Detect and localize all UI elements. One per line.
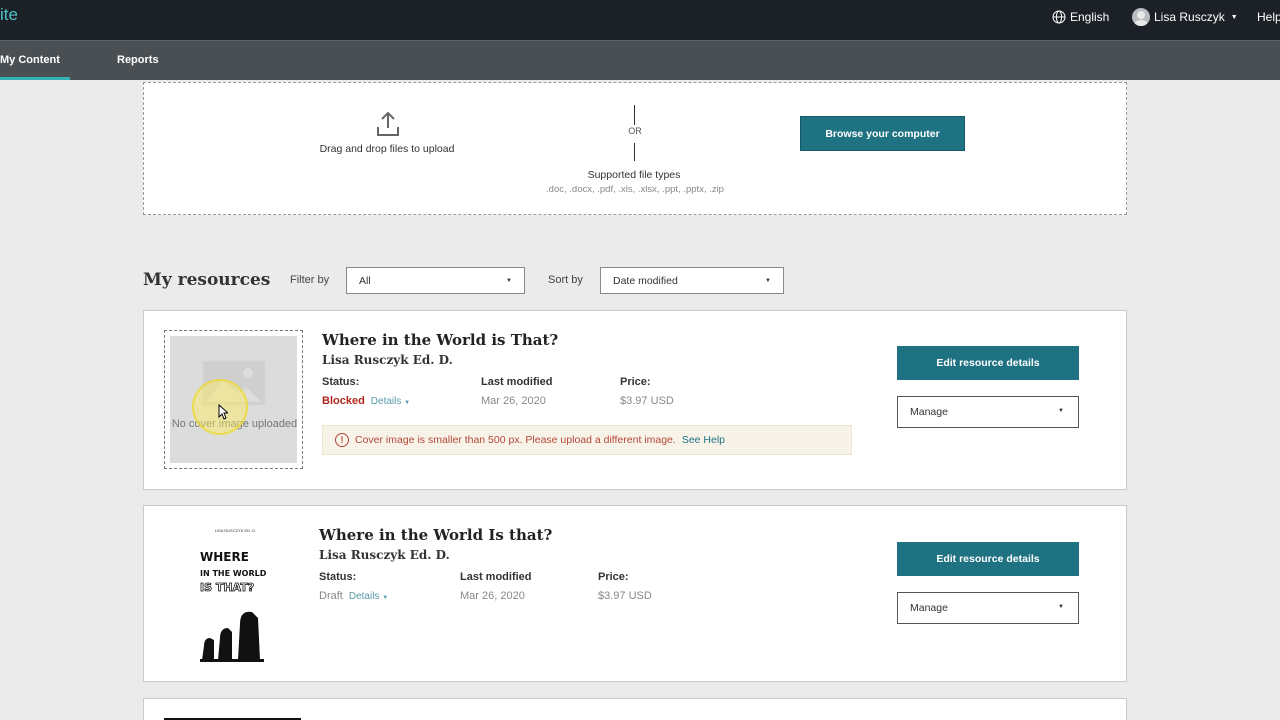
last-modified-value: Mar 26, 2020: [460, 590, 525, 602]
sort-value: Date modified: [613, 274, 678, 287]
filter-value: All: [359, 274, 371, 287]
resource-author: Lisa Rusczyk Ed. D.: [319, 548, 450, 562]
edit-resource-button[interactable]: Edit resource details: [897, 346, 1079, 380]
warning-text: Cover image is smaller than 500 px. Plea…: [355, 434, 676, 446]
resource-title[interactable]: Where in the World is That?: [322, 331, 558, 349]
moai-statues-illustration: [200, 611, 264, 662]
status-value: Draft Details ▼: [319, 590, 388, 602]
manage-select[interactable]: Manage ▼: [897, 592, 1079, 624]
caret-down-icon: ▼: [506, 278, 512, 284]
language-label: English: [1070, 10, 1110, 24]
resource-card: [143, 698, 1127, 720]
resource-card: No cover image uploaded Where in the Wor…: [143, 310, 1127, 490]
caret-down-icon: ▼: [765, 278, 771, 284]
details-link[interactable]: Details ▼: [349, 591, 388, 602]
upload-dropzone[interactable]: Drag and drop files to upload OR Support…: [143, 82, 1127, 215]
manage-label: Manage: [910, 602, 948, 614]
price-value: $3.97 USD: [598, 590, 652, 602]
resource-title[interactable]: Where in the World Is that?: [319, 526, 552, 544]
last-modified-label: Last modified: [481, 376, 553, 388]
tab-my-content[interactable]: My Content: [0, 54, 60, 66]
manage-select[interactable]: Manage ▼: [897, 396, 1079, 428]
page-title: My resources: [143, 270, 271, 290]
brand-logo[interactable]: ite: [0, 5, 18, 25]
upload-icon: [377, 111, 399, 136]
browse-computer-button[interactable]: Browse your computer: [800, 116, 965, 151]
price-label: Price:: [598, 571, 629, 583]
help-link[interactable]: Help: [1257, 10, 1280, 24]
drag-drop-text: Drag and drop files to upload: [319, 143, 455, 155]
avatar: [1132, 8, 1150, 26]
resource-card: LISA RUSCZYK ED. D. WHERE IN THE WORLD I…: [143, 505, 1127, 682]
supported-types-title: Supported file types: [587, 169, 681, 181]
nav-bar: My Content Reports: [0, 41, 1280, 80]
alert-icon: !: [335, 433, 349, 447]
top-bar: ite English Lisa Rusczyk ▼ Help: [0, 0, 1280, 41]
resource-author: Lisa Rusczyk Ed. D.: [322, 353, 453, 367]
filter-label: Filter by: [290, 274, 330, 286]
caret-down-icon: ▼: [1058, 604, 1064, 610]
cover-author-text: LISA RUSCZYK ED. D.: [214, 528, 257, 533]
language-selector[interactable]: English: [1052, 10, 1109, 24]
edit-resource-button[interactable]: Edit resource details: [897, 542, 1079, 576]
chevron-down-icon: ▼: [1230, 13, 1238, 21]
last-modified-label: Last modified: [460, 571, 532, 583]
price-value: $3.97 USD: [620, 395, 674, 407]
see-help-link[interactable]: See Help: [682, 434, 725, 446]
or-text: OR: [628, 126, 642, 136]
active-tab-indicator: [0, 77, 70, 80]
cover-warning: ! Cover image is smaller than 500 px. Pl…: [322, 425, 852, 455]
cover-title-line: IN THE WORLD: [200, 569, 267, 578]
divider: [634, 143, 635, 161]
sort-label: Sort by: [548, 274, 583, 286]
globe-icon: [1052, 10, 1066, 24]
caret-down-icon: ▼: [1058, 408, 1064, 414]
book-cover-image[interactable]: LISA RUSCZYK ED. D. WHERE IN THE WORLD I…: [198, 528, 273, 668]
status-badge: Draft: [319, 590, 343, 602]
filter-select[interactable]: All ▼: [346, 267, 525, 294]
cover-title-line: WHERE: [200, 550, 249, 564]
manage-label: Manage: [910, 406, 948, 418]
status-value: Blocked Details ▼: [322, 395, 410, 407]
last-modified-value: Mar 26, 2020: [481, 395, 546, 407]
divider: [634, 105, 635, 125]
status-label: Status:: [319, 571, 357, 583]
cover-title-line: IS THAT?: [200, 581, 255, 595]
price-label: Price:: [620, 376, 651, 388]
status-label: Status:: [322, 376, 360, 388]
details-link[interactable]: Details ▼: [371, 396, 410, 407]
tab-reports[interactable]: Reports: [117, 54, 159, 66]
mouse-pointer-icon: [218, 404, 228, 420]
user-menu[interactable]: Lisa Rusczyk ▼: [1132, 8, 1238, 26]
cover-placeholder[interactable]: No cover image uploaded: [164, 330, 303, 469]
sort-select[interactable]: Date modified ▼: [600, 267, 784, 294]
user-name: Lisa Rusczyk: [1154, 10, 1225, 24]
status-badge: Blocked: [322, 395, 365, 407]
supported-types-list: .doc, .docx, .pdf, .xls, .xlsx, .ppt, .p…: [546, 184, 724, 195]
